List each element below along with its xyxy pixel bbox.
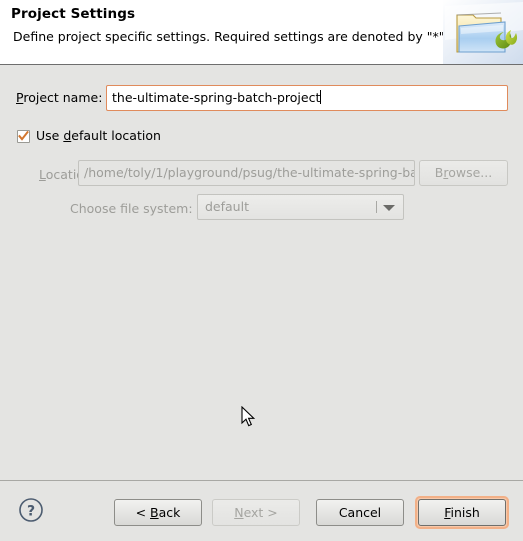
page-title: Project Settings	[11, 6, 136, 22]
dropdown-separator	[376, 201, 377, 213]
project-name-input[interactable]: the-ultimate-spring-batch-project	[106, 85, 508, 111]
use-default-location-checkbox[interactable]	[17, 130, 30, 143]
text-caret	[320, 90, 322, 104]
project-name-label: Project name:	[16, 90, 102, 105]
project-name-value: the-ultimate-spring-batch-project	[112, 90, 321, 105]
chevron-down-icon	[383, 205, 395, 211]
page-description: Define project specific settings. Requir…	[13, 29, 449, 44]
checkmark-icon	[18, 131, 29, 141]
next-post: ext >	[243, 505, 278, 520]
project-name-row: Project name: the-ultimate-spring-batch-…	[0, 85, 523, 111]
file-system-label: Choose file system:	[70, 201, 193, 216]
finish-button[interactable]: Finish	[418, 499, 506, 526]
browse-post: owse...	[448, 165, 493, 180]
project-name-label-text: roject name:	[23, 90, 103, 105]
back-mnemonic: B	[150, 505, 159, 520]
finish-post: inish	[450, 505, 480, 520]
wizard-body: Project name: the-ultimate-spring-batch-…	[0, 66, 523, 480]
wizard-header: Project Settings Define project specific…	[0, 0, 523, 65]
next-button: Next >	[212, 499, 300, 526]
svg-text:?: ?	[27, 504, 35, 520]
back-button[interactable]: < Back	[114, 499, 202, 526]
question-mark-icon: ?	[19, 498, 43, 522]
location-mnemonic: L	[39, 167, 46, 182]
back-pre: <	[135, 505, 151, 520]
cancel-button[interactable]: Cancel	[316, 499, 404, 526]
use-default-location-label: Use default location	[36, 128, 161, 143]
location-input: /home/toly/1/playground/psug/the-ultimat…	[78, 160, 415, 186]
file-system-dropdown: default	[197, 194, 404, 220]
udl-pre: Use	[36, 128, 64, 143]
spring-project-folder-icon	[443, 0, 523, 64]
back-post: ack	[158, 505, 181, 520]
file-system-selected-value: default	[205, 199, 249, 214]
next-mnemonic: N	[234, 505, 244, 520]
browse-button: Browse...	[419, 160, 508, 186]
udl-post: efault location	[71, 128, 161, 143]
help-button[interactable]: ?	[18, 497, 44, 523]
